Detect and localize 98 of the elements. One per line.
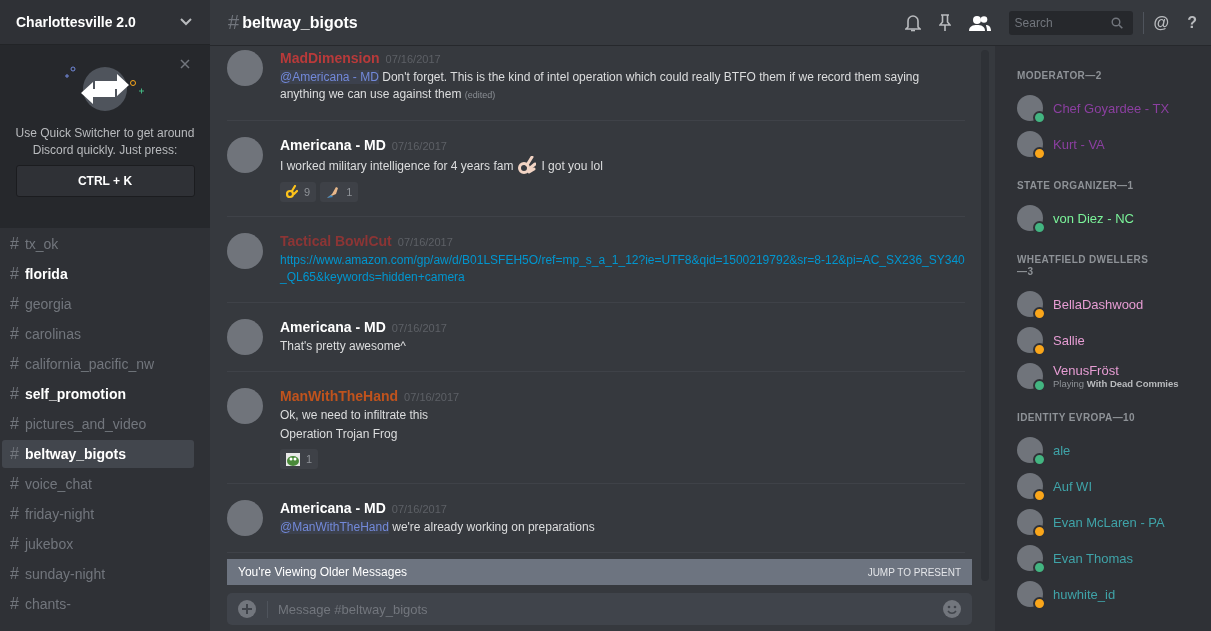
member-name: huwhite_id xyxy=(1053,586,1116,602)
avatar[interactable] xyxy=(227,137,263,173)
chevron-down-icon xyxy=(180,18,192,26)
member-item[interactable]: Auf WI xyxy=(1017,468,1211,504)
plus-icon[interactable] xyxy=(237,599,257,619)
search-input[interactable]: Search xyxy=(1014,15,1111,30)
hash-symbol: # xyxy=(228,11,240,34)
avatar xyxy=(1017,131,1043,157)
channel-item[interactable]: # voice_chat xyxy=(2,470,194,498)
avatar xyxy=(1017,95,1043,121)
role-heading: MODERATOR—2 xyxy=(1017,70,1103,82)
shortcut-button[interactable]: CTRL + K xyxy=(15,165,195,197)
avatar xyxy=(1017,473,1043,499)
quick-switcher-hint: Use Quick Switcher to get around Discord quickly. Just press: xyxy=(14,125,196,159)
channel-item[interactable]: # beltway_bigots xyxy=(2,440,194,468)
reaction-button[interactable]: 1 xyxy=(320,182,359,202)
avatar xyxy=(1017,291,1043,317)
ok-hand-icon xyxy=(518,156,537,176)
reaction-button[interactable]: 1 xyxy=(280,449,319,469)
member-name: Evan Thomas xyxy=(1053,550,1133,566)
close-icon[interactable] xyxy=(180,59,190,69)
member-item[interactable]: von Diez - NC xyxy=(1017,200,1211,236)
members-icon[interactable] xyxy=(968,14,991,31)
mention-link[interactable]: @ManWithTheHand xyxy=(280,520,389,534)
member-name: Auf WI xyxy=(1053,478,1092,494)
channel-item[interactable]: # jukebox xyxy=(2,530,194,558)
member-item[interactable]: Evan Thomas xyxy=(1017,540,1211,576)
channel-item[interactable]: # georgia xyxy=(2,290,194,318)
member-name: Kurt - VA xyxy=(1053,136,1105,152)
pin-icon[interactable] xyxy=(938,13,951,32)
avatar[interactable] xyxy=(227,233,263,269)
role-heading: WHEATFIELD DWELLERS—3 xyxy=(1017,254,1150,278)
member-item[interactable]: Sallie xyxy=(1017,322,1211,358)
member-name: Chef Goyardee - TX xyxy=(1053,100,1170,116)
older-messages-text: You're Viewing Older Messages xyxy=(238,565,408,579)
channel-item[interactable]: # self_promotion xyxy=(2,380,194,408)
avatar[interactable] xyxy=(227,500,263,536)
author-name[interactable]: Americana - MD xyxy=(280,319,386,335)
avatar[interactable] xyxy=(227,388,263,424)
member-name: Evan McLaren - PA xyxy=(1053,514,1165,530)
avatar xyxy=(1017,581,1043,607)
activity-text: Playing With Dead Commies xyxy=(1053,378,1179,389)
member-item[interactable]: Evan McLaren - PA xyxy=(1017,504,1211,540)
member-item[interactable]: huwhite_id xyxy=(1017,576,1211,612)
avatar[interactable] xyxy=(227,319,263,355)
channel-item[interactable]: # sunday-night xyxy=(2,560,194,588)
bell-icon[interactable] xyxy=(904,13,921,32)
channel-item[interactable]: # pictures_and_video xyxy=(2,410,194,438)
mentions-button[interactable]: @ xyxy=(1153,13,1170,32)
avatar xyxy=(1017,509,1043,535)
avatar xyxy=(1017,363,1043,389)
reaction-button[interactable]: 9 xyxy=(280,182,317,202)
message-text: Operation Trojan Frog xyxy=(280,426,399,443)
avatar xyxy=(1017,437,1043,463)
member-item[interactable]: Kurt - VA xyxy=(1017,126,1211,162)
role-heading: IDENTITY EVROPA—10 xyxy=(1017,412,1136,424)
role-heading: STATE ORGANIZER—1 xyxy=(1017,180,1135,192)
message-text: @ManWithTheHand we're already working on preparations xyxy=(280,519,596,536)
jump-to-present-link[interactable]: JUMP TO PRESENT xyxy=(867,566,961,578)
channel-item[interactable]: # california_pacific_nw xyxy=(2,350,194,378)
channel-item[interactable]: # chants- xyxy=(2,590,194,618)
avatar xyxy=(1017,545,1043,571)
server-name: Charlottesville 2.0 xyxy=(16,14,136,30)
message-text: Ok, we need to infiltrate this xyxy=(280,407,430,424)
hand-icon xyxy=(326,185,341,199)
avatar xyxy=(1017,327,1043,353)
member-name: Sallie xyxy=(1053,332,1085,348)
member-name: VenusFröst xyxy=(1053,363,1120,378)
channel-item[interactable]: # carolinas xyxy=(2,320,194,348)
help-button[interactable]: ? xyxy=(1187,13,1197,32)
emoji-icon[interactable] xyxy=(942,599,962,619)
message-text: That's pretty awesome^ xyxy=(280,338,407,355)
member-name: BellaDashwood xyxy=(1053,296,1144,312)
member-item[interactable]: VenusFröst Playing With Dead Commies xyxy=(1017,358,1211,394)
avatar xyxy=(1017,205,1043,231)
frog-icon xyxy=(286,452,300,466)
member-item[interactable]: ale xyxy=(1017,432,1211,468)
author-name[interactable]: Americana - MD xyxy=(280,137,386,153)
message-text: I got you lol xyxy=(541,157,603,175)
author-name[interactable]: ManWithTheHand xyxy=(280,388,399,404)
search-icon xyxy=(1110,16,1123,29)
message-text: I worked military intelligence for 4 years fam xyxy=(280,157,514,175)
message-link[interactable]: https://www.amazon.com/gp/aw/d/B01LSFEH5O/ref=mp_s_a_1_12?ie=UTF8&qid=1500219792&sr=8-12&pi=AC_SX236_SY340_QL65&keywords=hidden+camera xyxy=(280,252,965,286)
channel-title: beltway_bigots xyxy=(242,13,358,32)
channel-item[interactable]: # tx_ok xyxy=(2,230,194,258)
ok-hand-icon xyxy=(286,185,298,199)
member-item[interactable]: Chef Goyardee - TX xyxy=(1017,90,1211,126)
author-name[interactable]: MadDimension xyxy=(280,50,380,66)
member-item[interactable]: BellaDashwood xyxy=(1017,286,1211,322)
author-name[interactable]: Americana - MD xyxy=(280,500,386,516)
message-text: @Americana - MD Don't forget. This is the kind of intel operation which could really BTFO them if we record them saying anything we can use against them (edited) xyxy=(280,69,921,103)
mention-link[interactable]: @Americana - MD xyxy=(280,70,379,84)
channel-item[interactable]: # friday-night xyxy=(2,500,194,528)
channel-item[interactable]: # florida xyxy=(2,260,194,288)
member-name: von Diez - NC xyxy=(1053,210,1134,226)
member-name: ale xyxy=(1053,442,1071,458)
search-bar[interactable]: Search xyxy=(1008,10,1133,35)
avatar[interactable] xyxy=(227,50,263,86)
